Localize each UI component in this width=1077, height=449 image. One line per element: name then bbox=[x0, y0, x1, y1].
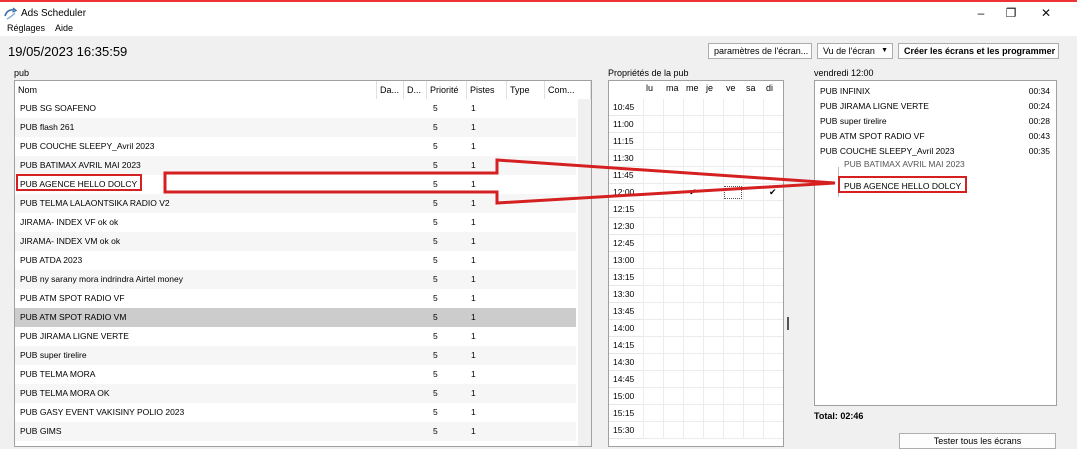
drag-arrow-shape bbox=[163, 158, 836, 205]
annotation-arrow bbox=[163, 158, 836, 205]
